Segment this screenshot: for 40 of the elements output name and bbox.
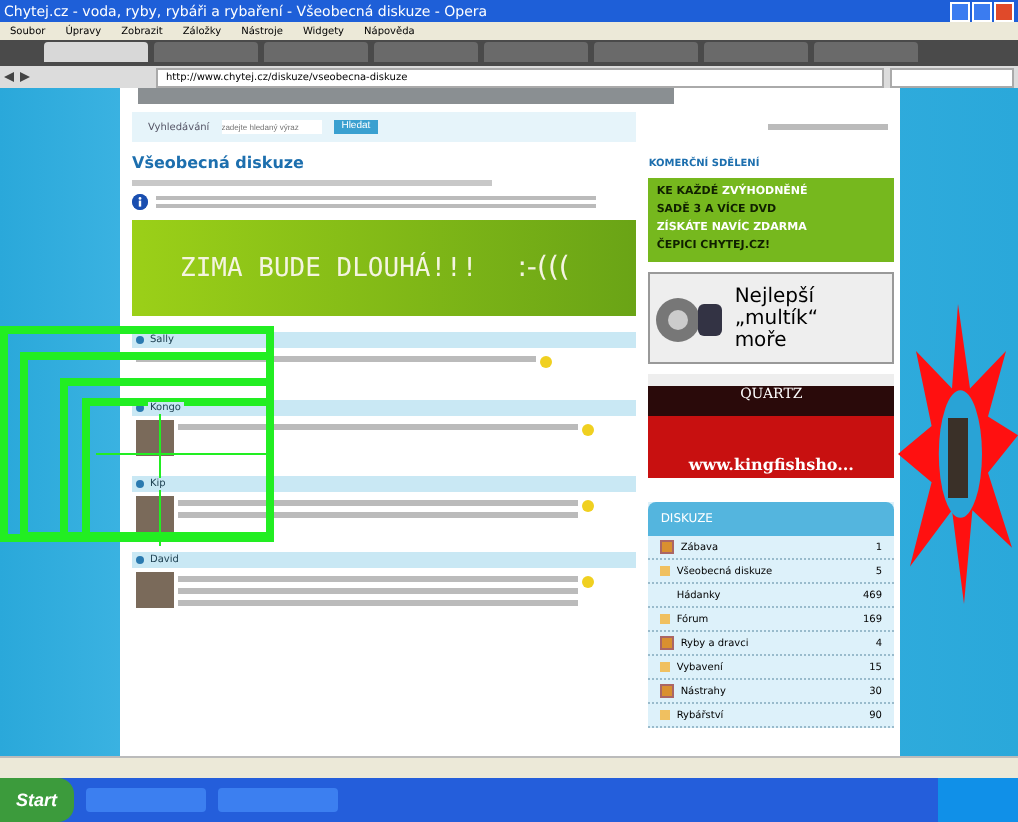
maximize-button[interactable] [972, 1, 992, 21]
reel-ad[interactable]: Nejlepší „multík“ moře [648, 272, 894, 364]
user-icon [136, 336, 144, 344]
user-icon [136, 556, 144, 564]
ad-url: www.kingfishsho... [688, 454, 854, 474]
smiley-icon [582, 500, 594, 512]
browser-tab[interactable] [484, 42, 588, 62]
forum-title: Všeobecná diskuze [132, 154, 306, 172]
browser-tab[interactable] [594, 42, 698, 62]
taskbar-window[interactable] [85, 788, 206, 812]
smiley-icon [582, 424, 594, 436]
browser-tab[interactable] [264, 42, 368, 62]
search-field[interactable] [890, 67, 1014, 87]
ad-text: Nejlepší [734, 285, 817, 307]
browser-tab[interactable] [704, 42, 808, 62]
folder-icon [660, 636, 675, 650]
start-button[interactable]: Start [0, 778, 74, 822]
browser-tab[interactable] [154, 42, 258, 62]
system-tray [938, 778, 1018, 822]
browser-tab[interactable] [374, 42, 478, 62]
ad-text: „multík“ [734, 307, 819, 329]
smiley-icon [540, 356, 552, 368]
info-icon [132, 194, 148, 210]
blurred-text [768, 124, 889, 130]
photo-placeholder [948, 418, 968, 498]
taskbar-window[interactable] [217, 788, 338, 812]
user-icon [136, 404, 144, 412]
user-icon [136, 480, 144, 488]
browser-tab[interactable] [44, 42, 148, 62]
folder-icon [660, 684, 675, 698]
forward-icon[interactable] [20, 72, 30, 82]
close-button[interactable] [994, 1, 1014, 21]
folder-icon [660, 540, 675, 554]
browser-tab[interactable] [814, 42, 918, 62]
minimize-button[interactable] [950, 1, 970, 21]
banner-text: ZIMA BUDE DLOUHÁ!!! [180, 253, 478, 283]
smiley-icon [582, 576, 594, 588]
banner-smiley: :-((( [517, 252, 570, 284]
back-icon[interactable] [4, 72, 14, 82]
ad-text: moře [734, 329, 789, 351]
